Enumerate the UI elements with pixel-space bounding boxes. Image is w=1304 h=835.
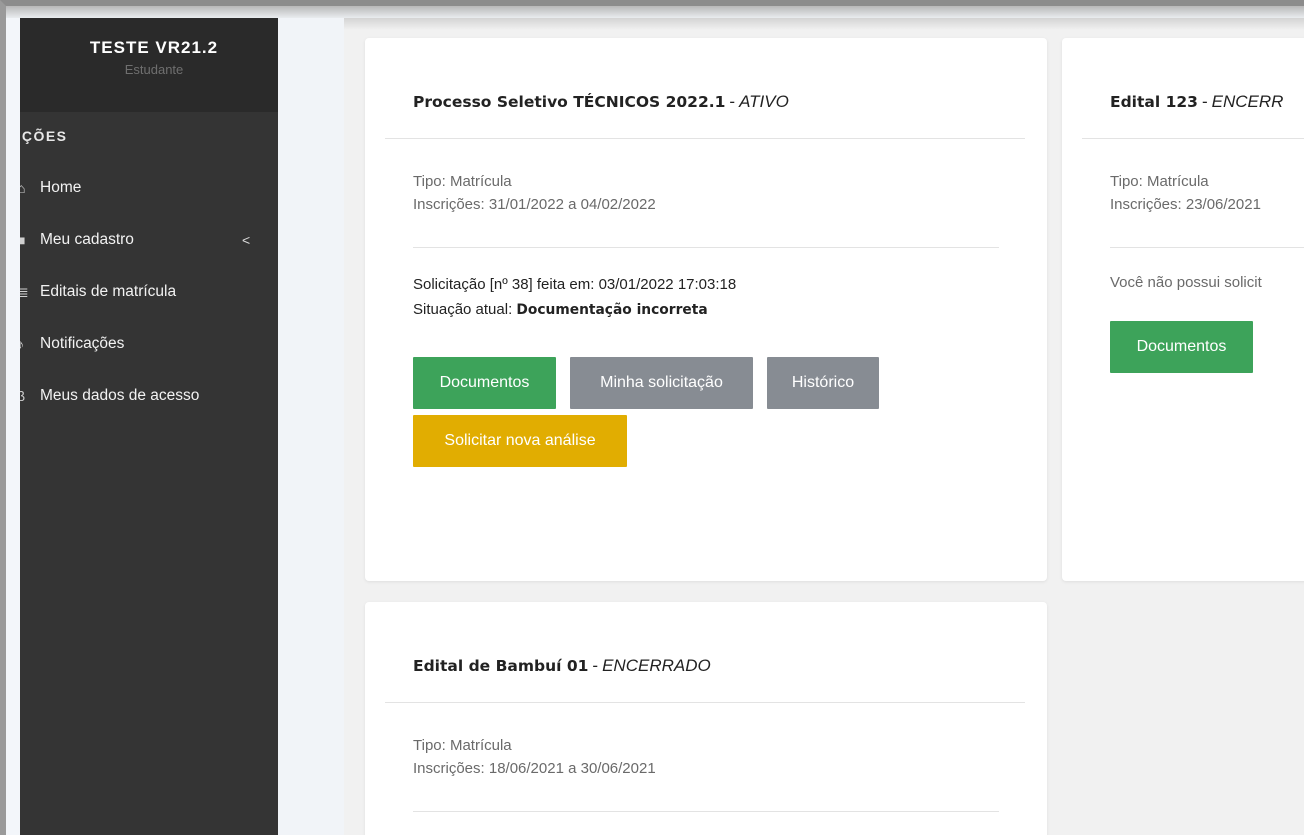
sidebar-header: TESTE VR21.2 Estudante [20,18,278,112]
edital-tipo: Tipo: Matrícula [413,173,512,190]
edital-status: ATIVO [739,92,789,111]
key-icon: β [20,388,33,404]
sidebar-item-meu-cadastro[interactable]: ■ Meu cadastro < [20,220,278,260]
edital-meta: Tipo: Matrícula Inscrições: 23/06/2021 [1110,170,1261,216]
brand-title: TESTE VR21.2 [89,38,219,57]
bell-icon: ♪ [20,336,33,352]
sidebar-item-label: Meu cadastro [40,231,134,248]
menu-section-label: PÇÕES [20,128,68,144]
divider [385,138,1025,139]
situacao-line: Situação atual: Documentação incorreta [413,297,736,323]
edital-card-123: Edital 123- ENCERR Tipo: Matrícula Inscri… [1062,38,1304,581]
card-title: Edital 123- ENCERR [1110,92,1283,112]
documentos-button[interactable]: Documentos [413,357,556,409]
user-role: Estudante [124,62,184,77]
user-icon: ■ [20,232,33,248]
edital-name: Edital de Bambuí 01 [413,657,589,675]
card-title: Processo Seletivo TÉCNICOS 2022.1- ATIVO [413,92,789,112]
solicitacao-line: Solicitação [nº 38] feita em: 03/01/2022… [413,276,737,293]
sidebar-item-dados-acesso[interactable]: β Meus dados de acesso [20,376,278,416]
sidebar-item-label: Home [40,179,82,196]
edital-meta: Tipo: Matrícula Inscrições: 31/01/2022 a… [413,170,656,216]
sidebar-item-label: Editais de matrícula [40,283,177,300]
solicitar-nova-analise-button[interactable]: Solicitar nova análise [413,415,627,467]
edital-card-bambui: Edital de Bambuí 01- ENCERRADO Tipo: Matr… [365,602,1047,835]
edital-inscricoes: Inscrições: 23/06/2021 [1110,196,1261,213]
divider [413,247,999,248]
edital-card-processo-seletivo: Processo Seletivo TÉCNICOS 2022.1- ATIVO … [365,38,1047,581]
solicitacao-info: Solicitação [nº 38] feita em: 03/01/2022… [413,272,736,323]
sem-solicitacao-note: Você não possui solicit [1110,274,1262,291]
sidebar: TESTE VR21.2 Estudante PÇÕES ⌂ Home ■ Me… [20,18,278,835]
documentos-button[interactable]: Documentos [1110,321,1253,373]
edital-status: ENCERR [1211,92,1284,111]
situacao-value: Documentação incorreta [516,302,708,318]
title-separator: - [592,656,599,675]
situacao-label: Situação atual: [413,301,517,318]
divider [413,811,999,812]
edital-inscricoes: Inscrições: 18/06/2021 a 30/06/2021 [413,760,656,777]
divider [1110,247,1304,248]
title-separator: - [729,92,736,111]
card-title: Edital de Bambuí 01- ENCERRADO [413,656,711,676]
edital-tipo: Tipo: Matrícula [1110,173,1209,190]
edital-meta: Tipo: Matrícula Inscrições: 18/06/2021 a… [413,734,656,780]
edital-status: ENCERRADO [602,656,711,675]
frame-top-edge [6,6,1304,18]
sidebar-item-notificacoes[interactable]: ♪ Notificações [20,324,278,364]
sidebar-item-editais[interactable]: ≣ Editais de matrícula [20,272,278,312]
divider [1082,138,1304,139]
edital-name: Processo Seletivo TÉCNICOS 2022.1 [413,93,726,111]
edital-tipo: Tipo: Matrícula [413,737,512,754]
document-icon: ≣ [20,284,33,301]
content-top-shadow [344,18,1304,30]
sidebar-item-label: Notificações [40,335,125,352]
minha-solicitacao-button[interactable]: Minha solicitação [570,357,753,409]
divider [385,702,1025,703]
edital-inscricoes: Inscrições: 31/01/2022 a 04/02/2022 [413,196,656,213]
window-frame: TESTE VR21.2 Estudante PÇÕES ⌂ Home ■ Me… [0,0,1304,835]
sidebar-item-label: Meus dados de acesso [40,387,200,404]
historico-button[interactable]: Histórico [767,357,879,409]
title-separator: - [1201,92,1208,111]
home-icon: ⌂ [20,180,33,196]
chevron-left-icon: < [242,232,251,248]
content-gutter [278,18,344,835]
edital-name: Edital 123 [1110,93,1198,111]
sidebar-item-home[interactable]: ⌂ Home [20,168,278,208]
